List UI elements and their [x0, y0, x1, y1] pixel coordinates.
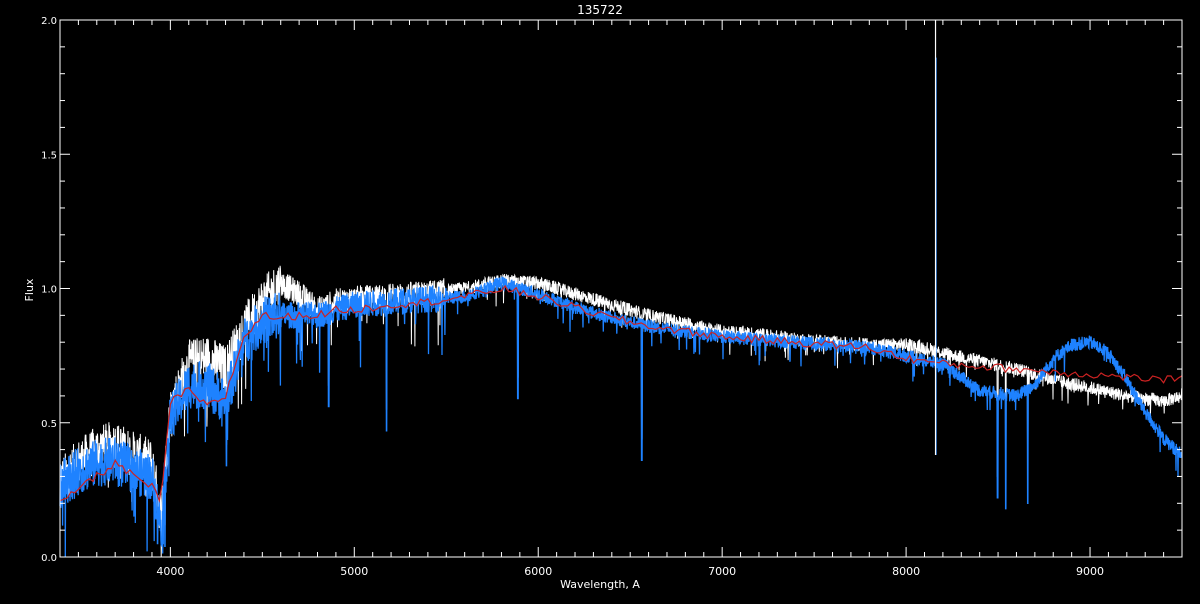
- y-tick-label: 2.0: [41, 16, 57, 27]
- chart-svg: 4000 5000 6000 7000 8000 90000.00.51.01.52.0 …: [23, 3, 1183, 591]
- y-tick-label: 0.0: [41, 553, 57, 564]
- x-tick-label: 4000: [156, 565, 184, 578]
- y-axis-label: Flux: [23, 278, 36, 301]
- x-axis-label: Wavelength, A: [560, 578, 640, 591]
- y-tick-label: 1.0: [41, 285, 57, 296]
- x-tick-label: 5000: [340, 565, 368, 578]
- spectrum-chart: 4000 5000 6000 7000 8000 9000 0.0 0.5 1.0 1.5 2.0 …: [0, 0, 1200, 600]
- x-tick-label: 7000: [708, 565, 736, 578]
- x-tick-label: 8000: [892, 565, 920, 578]
- x-tick-label: 9000: [1076, 565, 1104, 578]
- y-tick-label: 1.5: [41, 150, 57, 161]
- chart-title: 135722: [577, 3, 623, 17]
- plot-frame: [59, 19, 1183, 558]
- x-tick-label: 6000: [524, 565, 552, 578]
- axes-layer: 4000 5000 6000 7000 8000 9000 0.0 0.5 1.0 1.5 2.0: [41, 16, 1183, 578]
- y-tick-label: 0.5: [41, 419, 57, 430]
- series-layer: [59, 20, 1183, 558]
- series-1-line: [59, 276, 1183, 558]
